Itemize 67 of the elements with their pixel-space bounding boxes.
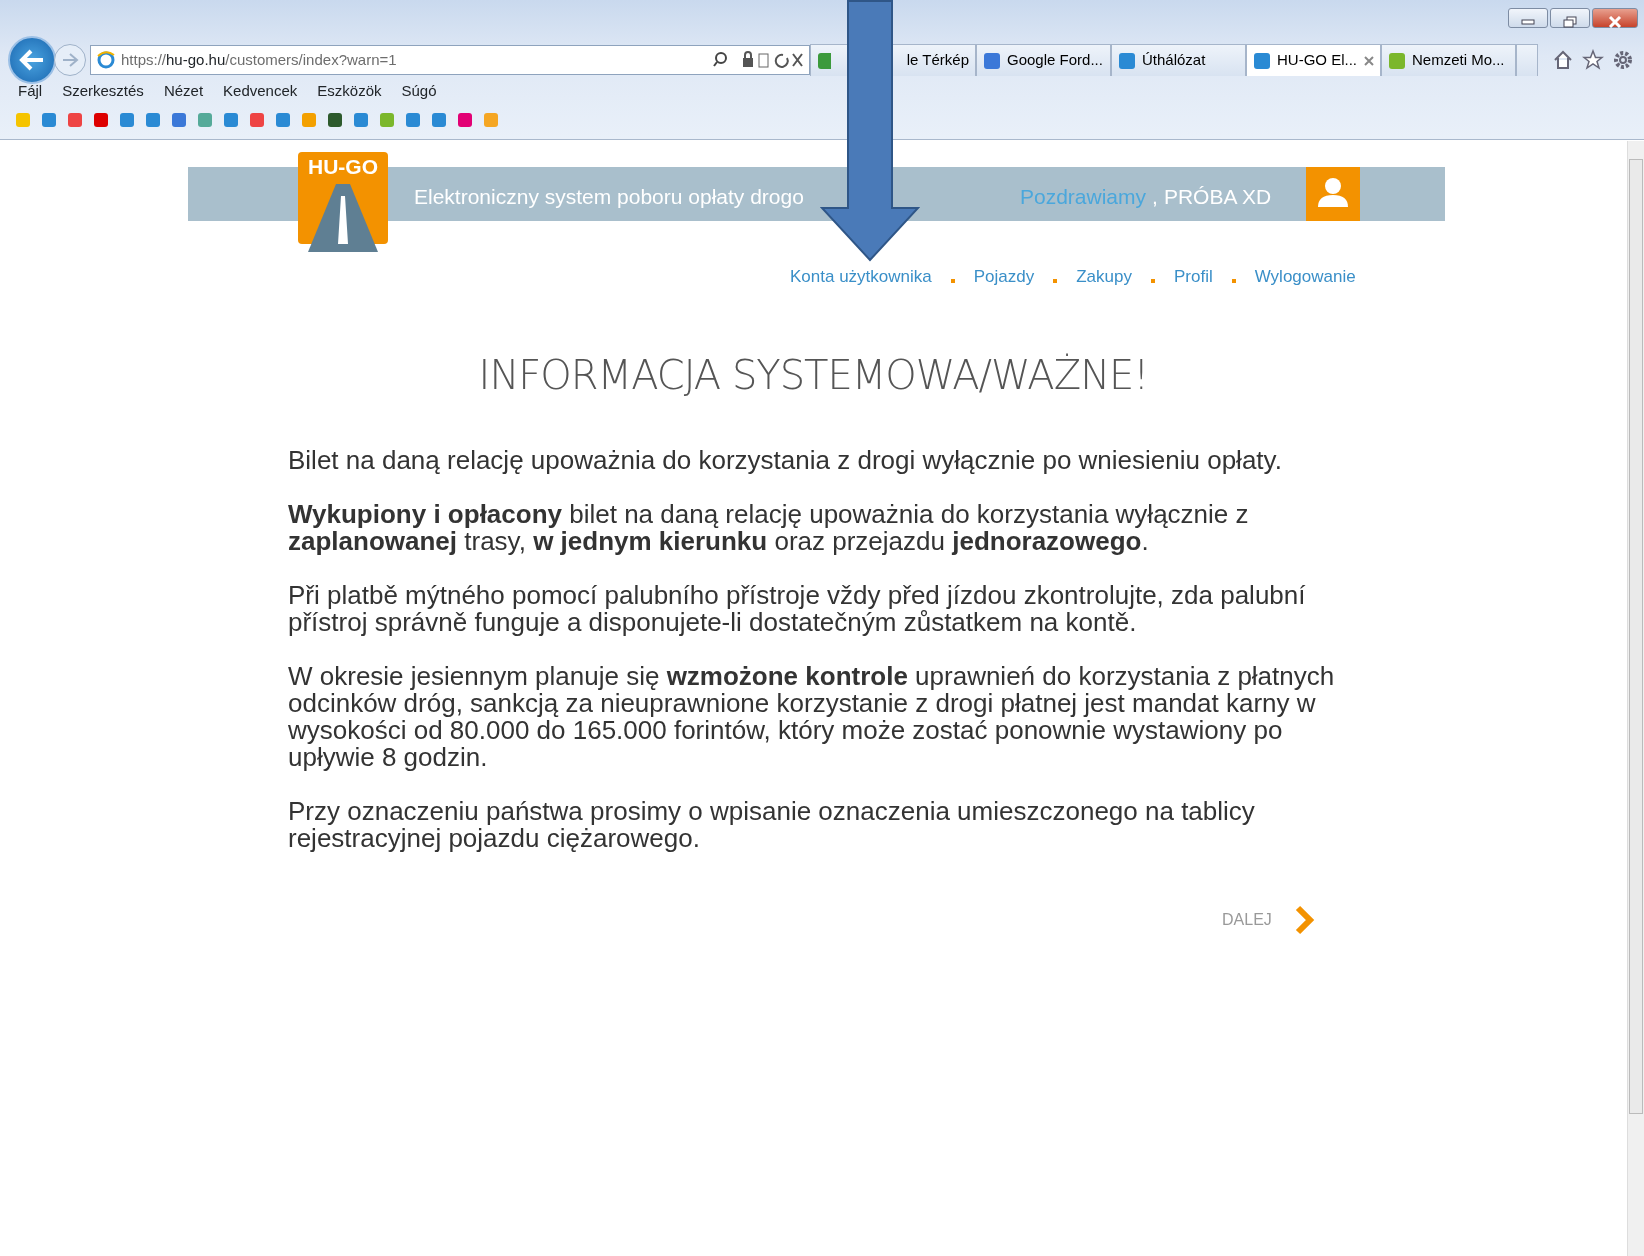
favorite-icon[interactable] [274,111,292,129]
site-icon [983,51,1001,70]
nav-link[interactable]: Pojazdy [973,264,1035,290]
browser-logo-icon [97,51,115,69]
paragraph: W okresie jesiennym planuje się wzmożone kontrole uprawnień do korzystania z płatnych odcinków dróg, sankcją za nieuprawnione korzystanie z drogi płatnej jest mandat karny w wysokości od 80.000 do 165.000 forintów, który może zostać ponownie wystawiony po upływie 8 godzin. [288,663,1336,771]
arrow-left-icon [19,49,45,71]
browser-tab[interactable]: Nemzeti Mo... [1381,44,1516,76]
address-tools-icon [713,51,803,69]
user-button[interactable] [1306,167,1360,221]
minimize-button[interactable] [1508,8,1548,28]
paragraph: Bilet na daną relację upoważnia do korzystania z drogi wyłącznie po wniesieniu opłaty. [288,447,1283,474]
menu-item[interactable]: Kedvencek [223,80,298,103]
home-icon[interactable] [1552,49,1574,71]
paragraph: Při platbě mýtného pomocí palubního přístroje vždy před jízdou zkontrolujte, zda palubní přístroj správně funguje a disponujete-li dostatečným zůstatkem na kontě. [288,582,1307,636]
new-tab-button[interactable] [1516,44,1538,76]
star-icon[interactable] [1582,49,1604,71]
site-icon [817,51,831,70]
logo: HU-GO [298,152,388,252]
favorite-icon[interactable] [222,111,240,129]
site-icon [1388,51,1406,70]
favorite-icon[interactable] [248,111,266,129]
page-title: INFORMACJA SYSTEMOWA/WAŻNE! [478,352,1149,398]
chevron-right-icon [1293,905,1316,935]
menu-item[interactable]: Eszközök [317,80,382,103]
paragraph: Przy oznaczeniu państwa prosimy o wpisanie oznaczenia umieszczonego na tablicy rejestracyjnej pojazdu ciężarowego. [288,798,1256,852]
browser-tab[interactable]: Google Ford... [976,44,1111,76]
site-icon [1253,51,1271,70]
favorite-icon[interactable] [456,111,474,129]
favorite-icon[interactable] [40,111,58,129]
favorite-icon[interactable] [92,111,110,129]
paragraph: Wykupiony i opłacony bilet na daną relację upoważnia do korzystania wyłącznie z zaplanowanej trasy, w jednym kierunku oraz przejazdu jednorazowego. [288,501,1250,555]
favorite-icon[interactable] [66,111,84,129]
favorite-icon[interactable] [118,111,136,129]
browser-tab[interactable]: HU-GO El... [1246,44,1381,76]
back-button[interactable] [8,36,56,84]
menu-item[interactable]: Fájl [18,80,43,103]
close-button[interactable] [1592,8,1638,28]
browser-tab[interactable]: Úthálózat [1111,44,1246,76]
site-icon [1118,51,1136,70]
minimize-icon [1521,18,1535,25]
forward-button[interactable] [54,44,86,76]
restore-button[interactable] [1550,8,1590,28]
menu-item[interactable]: Szerkesztés [62,80,144,103]
menu-item[interactable]: Súgó [401,80,437,103]
greeting-text: Pozdrawiamy [1020,184,1147,210]
nav-link[interactable]: Zakupy [1076,264,1132,290]
settings-icon[interactable] [1612,49,1634,71]
user-name: PRÓBA XD [1163,184,1272,210]
header-tagline: Elektroniczny system poboru opłaty drogo [414,184,804,210]
nav-link[interactable]: Wylogowanie [1254,264,1356,290]
scrollbar[interactable] [1627,141,1644,1256]
restore-icon [1563,15,1577,28]
close-icon [1608,15,1622,28]
favorite-icon[interactable] [404,111,422,129]
nav-link[interactable]: Profil [1174,264,1213,290]
close-icon[interactable] [1364,55,1374,66]
address-bar[interactable]: https://hu-go.hu/customers/index?warn=1 [90,45,810,75]
menu-item[interactable]: Nézet [163,80,204,103]
favorite-icon[interactable] [352,111,370,129]
nav-link[interactable]: Konta użytkownika [790,264,932,290]
arrow-right-icon [61,52,79,68]
favorite-icon[interactable] [430,111,448,129]
favorite-icon[interactable] [326,111,344,129]
url-text: https://hu-go.hu/customers/index?warn=1 [121,49,398,70]
favorite-icon[interactable] [144,111,162,129]
favorite-icon[interactable] [170,111,188,129]
greeting-separator: , [1152,184,1158,210]
